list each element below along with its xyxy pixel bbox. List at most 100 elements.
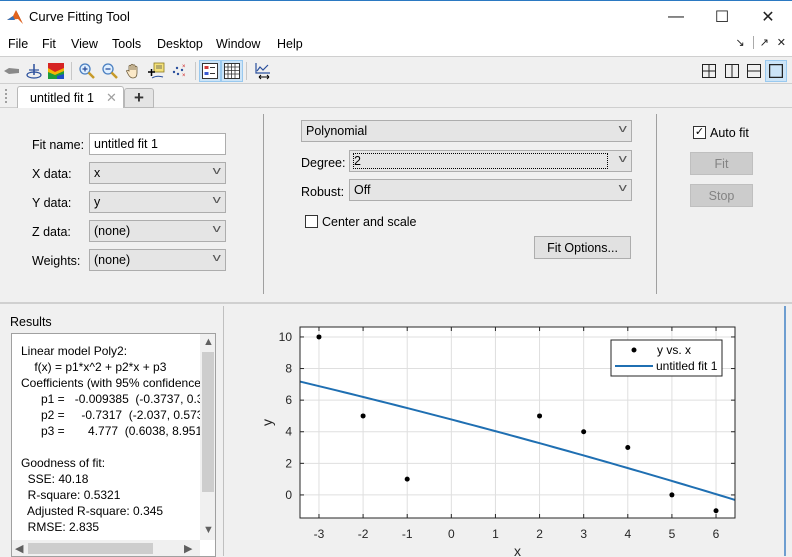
data-point [581,429,587,435]
stop-button[interactable]: Stop [690,184,753,207]
window-edge [784,306,792,556]
menu-view[interactable]: View [71,37,98,51]
center-scale-label: Center and scale [322,215,417,229]
chevron-down-icon: v [212,165,221,177]
data-point [316,334,322,340]
auto-fit-label: Auto fit [710,126,749,140]
weights-value: (none) [94,253,131,267]
fit-name-label: Fit name: [32,138,85,152]
y-axis-label: y [259,419,275,426]
robust-label: Robust: [301,185,345,199]
layout-grid-icon[interactable] [698,60,720,82]
results-text-area[interactable]: Linear model Poly2: f(x) = p1*x^2 + p2*x… [11,333,216,557]
y-data-label: Y data: [32,196,72,210]
center-scale-checkbox[interactable] [305,215,318,228]
fit-options-button[interactable]: Fit Options... [534,236,631,259]
menu-file[interactable]: File [8,37,28,51]
dock-icon[interactable]: ↘ [735,36,744,49]
tab-untitled-fit-1[interactable]: untitled fit 1 ✕ [17,86,124,108]
weights-dropdown[interactable]: (none) v [89,249,226,271]
auto-fit-checkbox[interactable]: ✓ [693,126,706,139]
scroll-right-icon[interactable]: ▶ [184,542,192,555]
data-point [360,413,366,419]
degree-value: 2 [353,153,608,169]
degree-dropdown[interactable]: 2v [349,150,632,172]
grid-icon[interactable] [221,60,243,82]
menu-fit[interactable]: Fit [42,37,56,51]
tab-close-icon[interactable]: ✕ [106,90,117,106]
drag-grip-icon[interactable] [5,89,9,103]
y-data-value: y [94,195,101,209]
axes-limits-icon[interactable] [252,60,274,82]
fit-type-dropdown[interactable]: Polynomial v [301,120,632,142]
toolbar-separator [71,62,72,80]
vertical-scrollbar[interactable]: ▲ ▼ [200,334,215,540]
pan-icon[interactable] [122,60,144,82]
layout-rows-icon[interactable] [743,60,765,82]
data-point [404,476,410,482]
maximize-button[interactable]: ☐ [699,1,745,32]
results-panel: Results Linear model Poly2: f(x) = p1*x^… [0,306,224,557]
zoom-in-icon[interactable] [76,60,98,82]
chevron-down-icon: v [618,123,627,135]
title-bar: Curve Fitting Tool — ☐ ✕ [0,0,792,32]
window-title: Curve Fitting Tool [29,9,130,24]
close-figure-icon[interactable]: ✕ [777,36,786,49]
colormap-icon[interactable] [45,60,67,82]
fit-name-input[interactable]: untitled fit 1 [89,133,226,155]
undock-icon[interactable]: ↗ [752,36,769,49]
legend-entry-points: y vs. x [657,343,691,357]
x-axis-label: x [514,543,521,556]
result-line: p1 = -0.009385 (-0.3737, 0.35 [21,392,211,406]
x-data-dropdown[interactable]: xv [89,162,226,184]
z-data-label: Z data: [32,225,71,239]
result-line: p2 = -0.7317 (-2.037, 0.5733 [21,408,211,422]
menu-tools[interactable]: Tools [112,37,141,51]
scroll-down-icon[interactable]: ▼ [203,524,214,536]
layout-single-icon[interactable] [765,60,787,82]
y-tick-label: 4 [285,425,292,439]
x-data-label: X data: [32,167,72,181]
robust-dropdown[interactable]: Off v [349,179,632,201]
horizontal-scroll-thumb[interactable] [28,543,153,554]
result-line: R-square: 0.5321 [21,488,121,502]
weights-label: Weights: [32,254,81,268]
data-cursor-icon[interactable] [23,60,45,82]
back-icon[interactable] [1,60,23,82]
menu-window[interactable]: Window [216,37,260,51]
toolbar: × × [0,56,792,84]
scroll-left-icon[interactable]: ◀ [15,542,23,555]
plot-panel: -3 -2 -1 0 1 2 3 4 5 6 0 2 4 6 8 10 x y y vs. x untitle… [225,306,779,556]
x-tick-label: 6 [713,527,720,541]
data-tip-icon[interactable] [145,60,167,82]
result-line: Goodness of fit: [21,456,106,470]
chevron-down-icon: v [618,153,627,165]
menu-help[interactable]: Help [277,37,303,51]
fit-button[interactable]: Fit [690,152,753,175]
toolbar-separator [195,62,196,80]
tab-label: untitled fit 1 [30,91,94,105]
legend-marker-points [631,347,637,353]
new-fit-tab-button[interactable]: + [124,88,154,108]
legend-icon[interactable] [199,60,221,82]
x-tick-label: 2 [536,527,543,541]
menu-right-controls: ↘ ↗ ✕ [735,36,786,49]
x-tick-label: 5 [669,527,676,541]
x-tick-label: 3 [580,527,587,541]
minimize-button[interactable]: — [653,1,699,32]
toolbar-separator [246,62,247,80]
exclude-outliers-icon[interactable]: × × [168,60,190,82]
fit-plot[interactable]: -3 -2 -1 0 1 2 3 4 5 6 0 2 4 6 8 10 x y y vs. x untitle… [225,306,779,556]
scroll-up-icon[interactable]: ▲ [203,336,214,348]
close-button[interactable]: ✕ [745,1,791,32]
layout-columns-icon[interactable] [721,60,743,82]
horizontal-scrollbar[interactable]: ◀ ▶ [12,540,200,556]
y-tick-label: 10 [279,330,293,344]
vertical-scroll-thumb[interactable] [202,352,214,492]
menu-desktop[interactable]: Desktop [157,37,203,51]
z-data-dropdown[interactable]: (none) v [89,220,226,242]
fit-settings-panel: Fit name: untitled fit 1 X data: xv Y da… [0,108,792,304]
y-data-dropdown[interactable]: yv [89,191,226,213]
x-tick-label: -2 [358,527,369,541]
zoom-out-icon[interactable] [99,60,121,82]
